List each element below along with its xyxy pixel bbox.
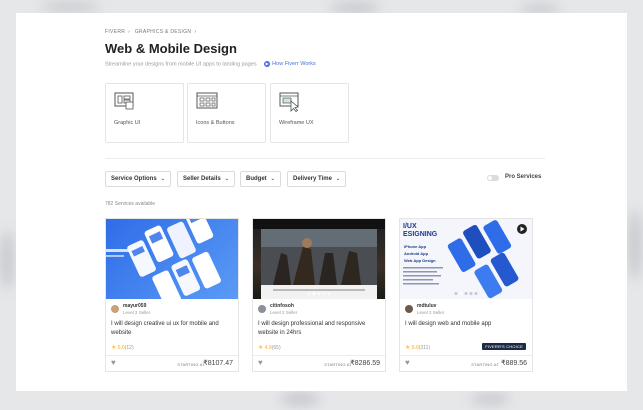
gig-title[interactable]: I will design professional and responsiv… [258,320,380,338]
page-title: Web & Mobile Design [105,41,237,56]
heart-icon[interactable]: ♥ [111,359,116,367]
seller-name[interactable]: mayur059 [123,303,146,309]
gig-rating: ★ 4.9(65) [258,344,281,351]
gig-price: ₹8286.59 [350,360,380,367]
carousel-dots[interactable] [307,292,331,295]
filter-label: Service Options [111,176,157,182]
filter-seller-details[interactable]: Seller Details ⌄ [177,171,235,187]
how-fiverr-works-link[interactable]: ▶ How Fiverr Works [264,61,316,67]
review-count: (65) [271,345,281,351]
chevron-down-icon: ⌄ [160,176,165,182]
breadcrumb: FIVERR › GRAPHICS & DESIGN › [105,29,199,35]
starting-at-label: STARTING AT [471,362,499,367]
gig-title[interactable]: I will design web and mobile app [405,320,527,329]
category-wireframe-ux[interactable]: Wireframe UX [270,83,349,143]
filter-service-options[interactable]: Service Options ⌄ [105,171,171,187]
carousel-dot[interactable] [307,292,311,295]
website-screenshot-image [253,219,385,299]
rating-value: 5.0 [117,345,125,351]
subtitle-text: Streamline your designs from mobile UI a… [105,61,257,68]
filter-budget[interactable]: Budget ⌄ [240,171,281,187]
card-divider [400,355,532,356]
category-graphic-ui[interactable]: Graphic UI [105,83,184,143]
carousel-dot[interactable] [317,292,321,295]
breadcrumb-separator: › [128,29,131,35]
seller-level: Level 2 Seller [270,310,298,315]
gig-price: ₹8107.47 [203,360,233,367]
carousel-dot[interactable] [464,292,468,295]
category-icons-buttons[interactable]: Icons & Buttons [187,83,266,143]
gig-card[interactable]: citinfosoh Level 2 Seller I will design … [252,218,386,372]
avatar[interactable] [111,305,119,313]
review-count: (12) [124,345,134,351]
gig-rating: ★ 5.0(12) [111,344,134,351]
chevron-down-icon: ⌄ [270,176,275,182]
chevron-down-icon: ⌄ [224,176,229,182]
icons-grid-icon [196,92,218,109]
breadcrumb-fiverr[interactable]: FIVERR [105,29,125,35]
carousel-dot[interactable] [312,292,316,295]
card-divider [106,355,238,356]
category-label: Wireframe UX [279,120,314,126]
breadcrumb-graphics-design[interactable]: GRAPHICS & DESIGN [135,29,192,35]
heart-icon[interactable]: ♥ [405,359,410,367]
pro-services-toggle[interactable] [487,175,499,181]
gig-card[interactable]: I/UX ESIGNING iPhone App Android App Web… [399,218,533,372]
gig-card[interactable]: mayur059 Level 2 Seller I will design cr… [105,218,239,372]
fiverrs-choice-badge: FIVERR'S CHOICE [482,343,526,350]
filter-label: Budget [246,176,267,182]
carousel-dot[interactable] [474,292,478,295]
rating-value: 5.0 [411,345,419,351]
carousel-dot[interactable] [454,292,458,295]
carousel-dots[interactable] [454,292,478,295]
avatar[interactable] [405,305,413,313]
carousel-dot[interactable] [322,292,326,295]
filter-delivery-time[interactable]: Delivery Time ⌄ [287,171,347,187]
gig-thumbnail[interactable] [106,219,238,299]
section-divider [105,158,545,159]
star-icon: ★ [111,345,117,351]
filter-label: Seller Details [183,176,221,182]
starting-at-label: STARTING AT [177,362,205,367]
seller-name[interactable]: mdtuluv [417,303,436,309]
wireframe-cursor-icon [279,92,299,112]
rating-value: 4.9 [264,345,272,351]
breadcrumb-separator: › [194,29,197,35]
starting-at-label: STARTING AT [324,362,352,367]
review-count: (311) [418,345,431,351]
carousel-dot[interactable] [459,292,463,295]
seller-level: Level 2 Seller [123,310,151,315]
category-label: Icons & Buttons [196,120,235,126]
mobile-ui-mockup-image [106,219,221,299]
carousel-dot[interactable] [469,292,473,295]
seller-level: Level 2 Seller [417,310,445,315]
app-screens-icon [114,92,134,110]
heart-icon[interactable]: ♥ [258,359,263,367]
how-fiverr-works-label: How Fiverr Works [272,61,316,68]
gig-price: ₹889.56 [501,360,527,367]
avatar[interactable] [258,305,266,313]
gig-rating: ★ 5.0(311) [405,344,430,351]
gig-thumbnail[interactable] [253,219,385,299]
gig-thumbnail[interactable]: I/UX ESIGNING iPhone App Android App Web… [400,219,532,299]
card-divider [253,355,385,356]
play-icon: ▶ [264,61,271,67]
services-count: 782 Services available [105,201,156,207]
star-icon: ★ [405,345,411,351]
pro-services-label: Pro Services [505,174,542,180]
chevron-down-icon: ⌄ [335,176,341,182]
seller-name[interactable]: citinfosoh [270,303,294,309]
carousel-dot[interactable] [327,292,331,295]
category-label: Graphic UI [114,120,141,126]
filter-label: Delivery Time [293,176,332,182]
fiverr-page: FIVERR › GRAPHICS & DESIGN › Web & Mobile … [16,13,627,391]
gig-title[interactable]: I will design creative ui ux for mobile … [111,320,233,338]
page-subtitle: Streamline your designs from mobile UI a… [105,61,316,67]
star-icon: ★ [258,345,264,351]
mobile-app-mockup-image [403,220,527,299]
